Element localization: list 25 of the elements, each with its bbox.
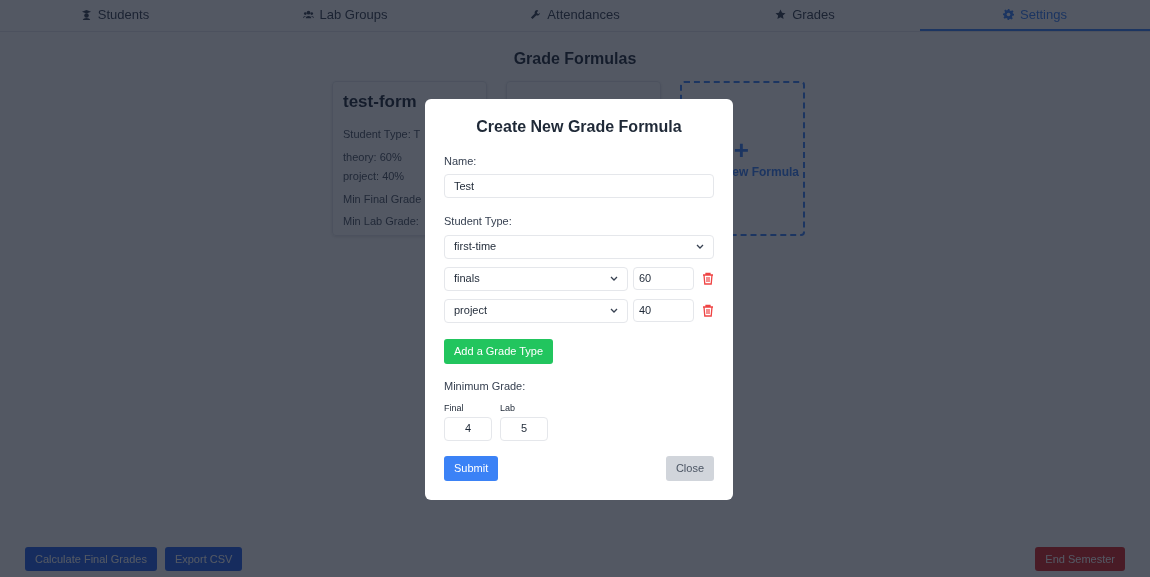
page-title: Grade Formulas [512,49,638,69]
grade-type-select[interactable]: project [444,298,628,323]
modal-title: Create New Grade Formula [475,117,683,137]
plus-icon: + [733,136,749,163]
field-label: Lab [500,402,516,414]
field-label: Final [444,402,464,414]
field-label: Minimum Grade: [444,379,526,393]
name-field[interactable]: Test [444,174,714,199]
student-type-select[interactable]: first-time [444,234,714,259]
submit-button[interactable]: Submit [444,455,499,481]
close-button[interactable]: Close [665,455,714,481]
minimum-grade-field[interactable]: 4 [444,416,492,441]
field-label: Student Type: [444,215,512,229]
formula-title: test-form [343,92,418,113]
caret-icon [696,244,704,250]
caret-icon [610,276,618,282]
field-label: Name: [444,155,477,169]
trash-icon[interactable] [702,272,714,286]
add-grade-type-button[interactable]: Add a Grade Type [444,338,554,364]
grade-type-select[interactable]: finals [444,266,628,291]
minimum-grade-field[interactable]: 5 [500,416,548,441]
caret-icon [610,308,618,314]
weight-field[interactable]: 40 [633,299,694,323]
trash-icon[interactable] [702,304,714,318]
weight-field[interactable]: 60 [633,267,694,291]
